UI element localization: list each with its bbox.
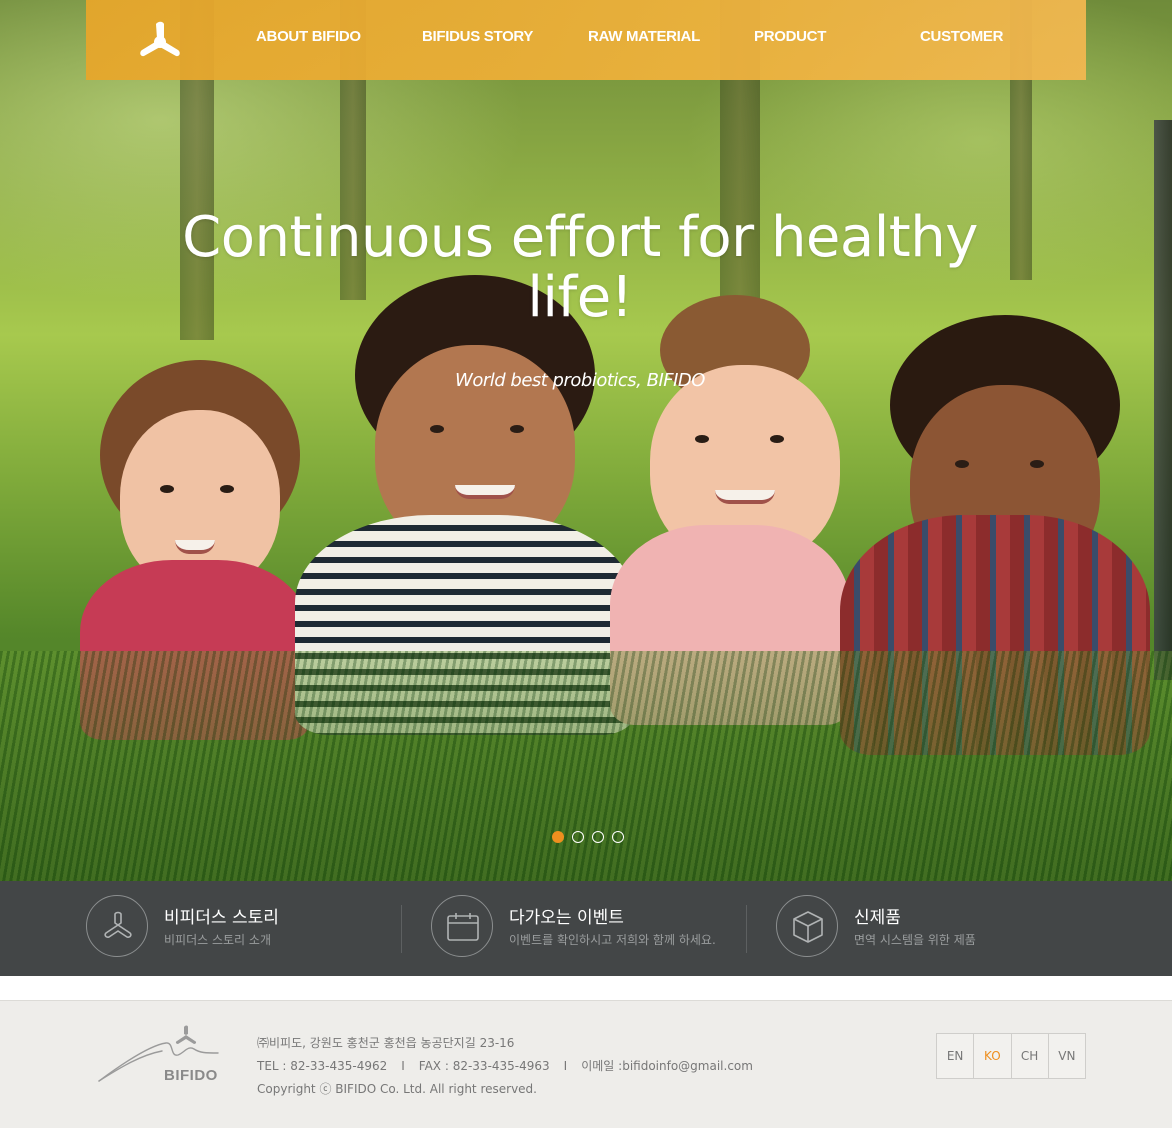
copyright: Copyright ⓒ BIFIDO Co. Ltd. All right re… [257, 1082, 537, 1096]
info-title: 비피더스 스토리 [164, 908, 279, 928]
language-en[interactable]: EN [937, 1034, 975, 1078]
info-icon-circle [86, 895, 148, 957]
info-title: 신제품 [854, 908, 901, 928]
nav-customer[interactable]: CUSTOMER [920, 28, 1003, 45]
info-title: 다가오는 이벤트 [509, 908, 624, 928]
language-ko[interactable]: KO [974, 1034, 1012, 1078]
footer: BIFIDO ㈜비피도, 강원도 홍천군 홍천읍 농공단지길 23-16 TEL… [0, 1000, 1172, 1128]
hero-grass [0, 651, 1172, 881]
company-address: ㈜비피도, 강원도 홍천군 홍천읍 농공단지길 23-16 [257, 1036, 515, 1050]
company-tel: TEL : 82-33-435-4962 [257, 1059, 388, 1073]
nav-raw-material[interactable]: RAW MATERIAL [588, 28, 700, 45]
info-upcoming-events[interactable]: 다가오는 이벤트 이벤트를 확인하시고 저희와 함께 하세요. [431, 895, 731, 959]
info-icon-circle [431, 895, 493, 957]
slider-dot-3[interactable] [592, 831, 604, 843]
company-contact: TEL : 82-33-435-4962 I FAX : 82-33-435-496… [257, 1055, 753, 1078]
hero-subtitle: World best probiotics, BIFIDO [455, 370, 705, 391]
hero-title: Continuous effort for healthy life! [182, 205, 978, 330]
nav-about-bifido[interactable]: ABOUT BIFIDO [256, 28, 361, 45]
top-navigation: ABOUT BIFIDO BIFIDUS STORY RAW MATERIAL … [86, 0, 1086, 80]
slider-dot-1[interactable] [552, 831, 564, 843]
language-vn[interactable]: VN [1049, 1034, 1085, 1078]
footer-logo-text: BIFIDO [164, 1067, 218, 1084]
info-icon-circle [776, 895, 838, 957]
separator: I [401, 1059, 405, 1073]
bifido-logo-icon[interactable] [136, 20, 184, 60]
info-bar: 비피더스 스토리 비피더스 스토리 소개 다가오는 이벤트 이벤트를 확인하시고… [0, 881, 1172, 976]
company-fax: FAX : 82-33-435-4963 [418, 1059, 550, 1073]
divider [401, 905, 402, 953]
calendar-icon [447, 913, 479, 941]
language-ch[interactable]: CH [1012, 1034, 1049, 1078]
info-description: 비피더스 스토리 소개 [164, 933, 271, 947]
info-description: 면역 시스템을 위한 제품 [854, 933, 976, 947]
info-bifidus-story[interactable]: 비피더스 스토리 비피더스 스토리 소개 [86, 895, 386, 959]
company-info: ㈜비피도, 강원도 홍천군 홍천읍 농공단지길 23-16 TEL : 82-3… [257, 1032, 753, 1101]
box-icon [793, 911, 823, 943]
slider-dot-4[interactable] [612, 831, 624, 843]
slider-dot-2[interactable] [572, 831, 584, 843]
info-new-product[interactable]: 신제품 면역 시스템을 위한 제품 [776, 895, 1076, 959]
hero-slider: Continuous effort for healthy life! Worl… [0, 0, 1172, 881]
bifido-logo-icon [104, 911, 132, 938]
nav-bifidus-story[interactable]: BIFIDUS STORY [422, 28, 533, 45]
separator: I [563, 1059, 568, 1073]
background-building [1154, 120, 1172, 680]
info-description: 이벤트를 확인하시고 저희와 함께 하세요. [509, 933, 716, 947]
nav-product[interactable]: PRODUCT [754, 28, 826, 45]
footer-logo[interactable]: BIFIDO [96, 1023, 226, 1089]
slider-pagination [552, 831, 624, 845]
divider [746, 905, 747, 953]
language-selector: EN KO CH VN [936, 1033, 1086, 1079]
company-email: 이메일 :bifidoinfo@gmail.com [581, 1059, 753, 1073]
